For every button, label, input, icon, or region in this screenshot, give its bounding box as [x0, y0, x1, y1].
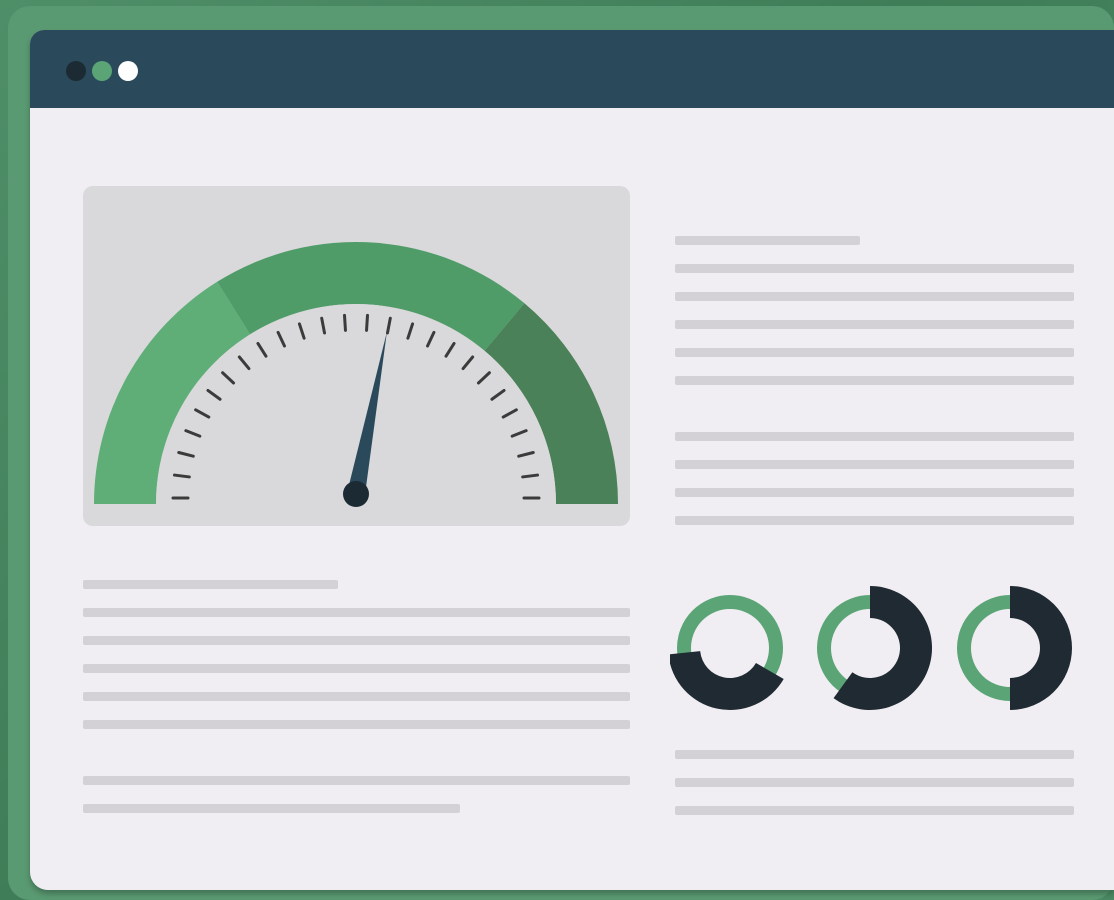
- donut-segment: [1010, 586, 1072, 710]
- text-placeholder-line: [83, 720, 630, 729]
- text-placeholder-line: [675, 778, 1074, 787]
- text-placeholder-heading: [675, 236, 860, 245]
- speedometer-gauge-panel: [83, 186, 630, 526]
- gauge-tick: [343, 313, 347, 332]
- text-placeholder-line: [675, 432, 1074, 441]
- window-close-dot[interactable]: [66, 61, 86, 81]
- donut-chart: [670, 595, 784, 711]
- text-placeholder-line: [83, 664, 630, 673]
- text-placeholder-line: [83, 636, 630, 645]
- gauge-tick: [521, 473, 540, 479]
- speedometer-gauge: [94, 242, 618, 507]
- text-placeholder-line: [675, 292, 1074, 301]
- gauge-tick: [365, 313, 369, 332]
- text-placeholder-line: [83, 804, 460, 813]
- text-placeholder-line: [675, 348, 1074, 357]
- text-placeholder-line: [675, 320, 1074, 329]
- text-placeholder-line: [675, 516, 1074, 525]
- donut-segment: [670, 651, 784, 711]
- text-placeholder-line: [675, 750, 1074, 759]
- window-maximize-dot[interactable]: [118, 61, 138, 81]
- window-titlebar: [30, 30, 1114, 108]
- text-placeholder-line: [83, 608, 630, 617]
- text-placeholder-heading: [83, 580, 338, 589]
- gauge-tick: [172, 473, 191, 479]
- text-placeholder-line: [675, 806, 1074, 815]
- text-placeholder-line: [675, 376, 1074, 385]
- text-placeholder-line: [675, 264, 1074, 273]
- donut-chart: [817, 586, 932, 710]
- text-placeholder-line: [83, 776, 630, 785]
- text-placeholder-line: [675, 460, 1074, 469]
- window-minimize-dot[interactable]: [92, 61, 112, 81]
- donut-chart: [957, 586, 1072, 710]
- text-placeholder-line: [83, 692, 630, 701]
- gauge-hub: [343, 481, 369, 507]
- browser-window: [30, 30, 1114, 890]
- donut-charts: [670, 586, 1072, 711]
- text-placeholder-line: [675, 488, 1074, 497]
